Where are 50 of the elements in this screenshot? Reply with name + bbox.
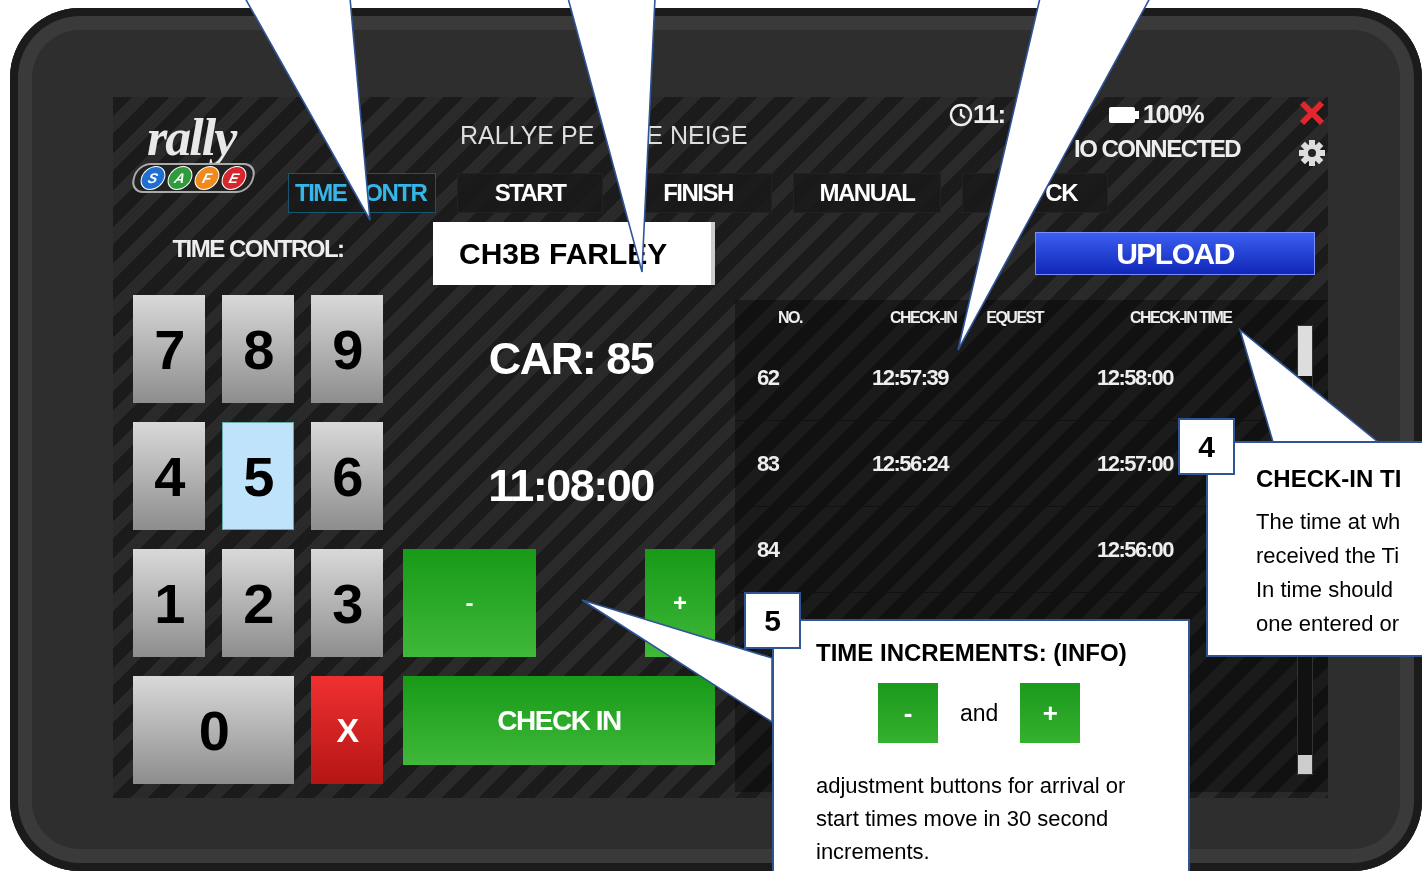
table-cell: 62: [757, 364, 779, 391]
callout-text: adjustment buttons for arrival or start times move in 30 second increments.: [816, 772, 1127, 866]
callout-text: one entered or: [1256, 610, 1401, 638]
column-header: CHECK-IN TIME: [1130, 308, 1232, 327]
logo-wordmark: rally: [147, 113, 236, 163]
callout-title: CHECK-IN TI: [1256, 465, 1403, 493]
keypad-key[interactable]: 3: [311, 549, 383, 657]
callout-text: received the Ti: [1256, 542, 1401, 570]
car-number: CAR: 85: [487, 331, 655, 386]
clock-time: 11:: [973, 99, 1005, 130]
app-title: RALLYE PE: [460, 121, 595, 151]
callout-title: TIME INCREMENTS: (INFO): [816, 639, 1128, 667]
keypad-key[interactable]: 9: [311, 295, 383, 403]
battery-level: 100%: [1142, 99, 1204, 130]
callout-text: and: [960, 699, 999, 727]
table-cell: 83: [757, 450, 779, 477]
column-header: NO.: [778, 308, 802, 327]
keypad-key[interactable]: 6: [311, 422, 383, 530]
callout-number: 5: [744, 592, 801, 649]
table-cell: 12:57:00: [1097, 450, 1174, 477]
table-cell: 84: [757, 536, 779, 563]
table-cell: 12:57:39: [872, 364, 949, 391]
table-cell: 12:56:00: [1097, 536, 1174, 563]
upload-button[interactable]: UPLOAD: [1035, 232, 1315, 275]
settings-icon[interactable]: [1298, 139, 1326, 167]
keypad-key[interactable]: 1: [133, 549, 205, 657]
entry-time: 11:08:00: [487, 458, 655, 513]
tab[interactable]: START: [457, 173, 603, 213]
plus-sample: +: [1020, 683, 1081, 743]
keypad-key[interactable]: 8: [222, 295, 294, 403]
callout-text: In time should: [1256, 576, 1394, 604]
callout-text: The time at wh: [1256, 508, 1402, 536]
minus-sample: -: [878, 683, 938, 743]
close-icon[interactable]: [1298, 99, 1326, 127]
keypad-key[interactable]: 0: [133, 676, 294, 784]
callout-number: 4: [1178, 418, 1235, 475]
battery-icon: [1108, 106, 1139, 123]
column-header: CHECK-IN: [890, 308, 957, 327]
connection-status: IO CONNECTED: [1074, 135, 1240, 163]
keypad-key[interactable]: 2: [222, 549, 294, 657]
keypad-key[interactable]: 4: [133, 422, 205, 530]
keypad-key[interactable]: 7: [133, 295, 205, 403]
table-cell: 12:58:00: [1097, 364, 1174, 391]
tab[interactable]: MANUAL: [793, 173, 941, 213]
column-header: EQUEST: [986, 308, 1043, 327]
table-cell: 12:56:24: [872, 450, 949, 477]
keypad-key[interactable]: 5: [222, 422, 294, 530]
clock-icon: [949, 102, 973, 127]
field-label: TIME CONTROL:: [172, 235, 344, 263]
clear-key[interactable]: X: [311, 676, 383, 784]
